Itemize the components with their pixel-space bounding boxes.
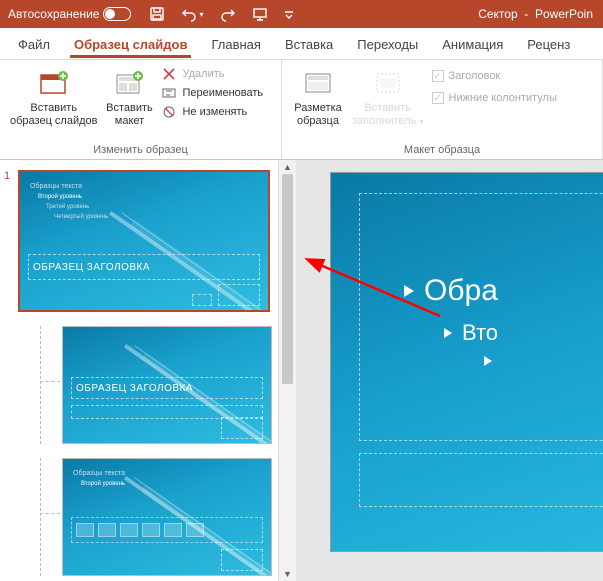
tab-transitions[interactable]: Переходы xyxy=(345,31,430,57)
tab-insert[interactable]: Вставка xyxy=(273,31,345,57)
title-placeholder-preview: ОБРАЗЕЦ ЗАГОЛОВКА xyxy=(28,254,260,280)
tab-animation[interactable]: Анимация xyxy=(430,31,515,57)
body-text-level2: Вто xyxy=(462,320,498,346)
insert-placeholder-button: Вставитьзаполнитель ▾ xyxy=(348,64,428,130)
slide-editor[interactable]: Обра Вто xyxy=(296,160,603,581)
title-checkbox: Заголовок xyxy=(432,70,557,82)
bullet-icon xyxy=(444,328,452,338)
tab-review[interactable]: Реценз xyxy=(515,31,582,57)
group-label-master-layout: Макет образца xyxy=(288,142,596,157)
workspace: 1 Образцы текста Второй уровень Третий у… xyxy=(0,160,603,581)
autosave-toggle[interactable] xyxy=(103,7,131,21)
delete-icon xyxy=(161,66,177,82)
save-icon[interactable] xyxy=(149,6,165,22)
group-label-edit-master: Изменить образец xyxy=(6,142,275,157)
autosave-label: Автосохранение xyxy=(8,7,99,21)
ribbon-group-edit-master: Вставитьобразец слайдов Вставитьмакет Уд… xyxy=(0,60,282,159)
footer-placeholder-preview xyxy=(221,417,263,439)
rename-button[interactable]: Переименовать xyxy=(161,85,263,101)
tab-file[interactable]: Файл xyxy=(6,31,62,57)
layout-thumbnail[interactable]: ОБРАЗЕЦ ЗАГОЛОВКА xyxy=(62,326,272,444)
chevron-down-icon[interactable]: ▾ xyxy=(199,10,203,19)
tab-slide-master[interactable]: Образец слайдов xyxy=(62,31,200,57)
preserve-icon xyxy=(161,104,177,120)
slidenum-placeholder-preview xyxy=(192,294,212,306)
bullet-icon xyxy=(484,356,492,366)
redo-button[interactable] xyxy=(220,6,236,22)
scroll-up-icon[interactable]: ▲ xyxy=(279,160,296,174)
title-placeholder-preview: ОБРАЗЕЦ ЗАГОЛОВКА xyxy=(71,377,263,399)
body-placeholder-preview: Образцы текста Второй уровень Третий уро… xyxy=(30,182,108,222)
qat-customize-icon[interactable] xyxy=(284,6,294,22)
thumbnail-scrollbar[interactable]: ▲ ▼ xyxy=(278,160,296,581)
annotation-arrow xyxy=(310,256,450,329)
titlebar: Автосохранение ▾ Сектор - PowerPoin xyxy=(0,0,603,28)
thumbnail-pane[interactable]: 1 Образцы текста Второй уровень Третий у… xyxy=(0,160,296,581)
quick-access-toolbar: ▾ xyxy=(149,6,293,22)
window-title: Сектор - PowerPoin xyxy=(478,7,595,21)
checkbox-icon xyxy=(432,70,444,82)
body-placeholder-preview: Образцы текста Второй уровень xyxy=(73,469,125,489)
ribbon: Вставитьобразец слайдов Вставитьмакет Уд… xyxy=(0,60,603,160)
ribbon-tabs: Файл Образец слайдов Главная Вставка Пер… xyxy=(0,28,603,60)
rename-icon xyxy=(161,85,177,101)
title-placeholder[interactable] xyxy=(359,453,603,507)
slide-master-thumbnail[interactable]: 1 Образцы текста Второй уровень Третий у… xyxy=(18,170,272,312)
insert-slide-master-icon xyxy=(38,68,70,100)
insert-layout-icon xyxy=(113,68,145,100)
footer-placeholder-preview xyxy=(218,284,260,306)
master-layout-button[interactable]: Разметкаобразца xyxy=(288,64,348,130)
scroll-down-icon[interactable]: ▼ xyxy=(279,567,296,581)
delete-button: Удалить xyxy=(161,66,263,82)
footers-checkbox: Нижние колонтитулы xyxy=(432,92,557,104)
footer-placeholder-preview xyxy=(221,549,263,571)
slide-index: 1 xyxy=(4,170,10,182)
insert-placeholder-icon xyxy=(372,68,404,100)
layout-thumbnail[interactable]: Образцы текста Второй уровень xyxy=(62,458,272,576)
insert-slide-master-button[interactable]: Вставитьобразец слайдов xyxy=(6,64,101,130)
slide-canvas[interactable]: Обра Вто xyxy=(330,172,603,552)
preserve-button[interactable]: Не изменять xyxy=(161,104,263,120)
scrollbar-thumb[interactable] xyxy=(282,174,293,384)
insert-layout-button[interactable]: Вставитьмакет xyxy=(101,64,157,130)
content-placeholder-preview xyxy=(71,517,263,543)
tab-home[interactable]: Главная xyxy=(199,31,272,57)
slideshow-icon[interactable] xyxy=(252,6,268,22)
undo-button[interactable]: ▾ xyxy=(181,6,203,22)
master-layout-icon xyxy=(302,68,334,100)
checkbox-icon xyxy=(432,92,444,104)
ribbon-group-master-layout: Разметкаобразца Вставитьзаполнитель ▾ За… xyxy=(282,60,603,159)
